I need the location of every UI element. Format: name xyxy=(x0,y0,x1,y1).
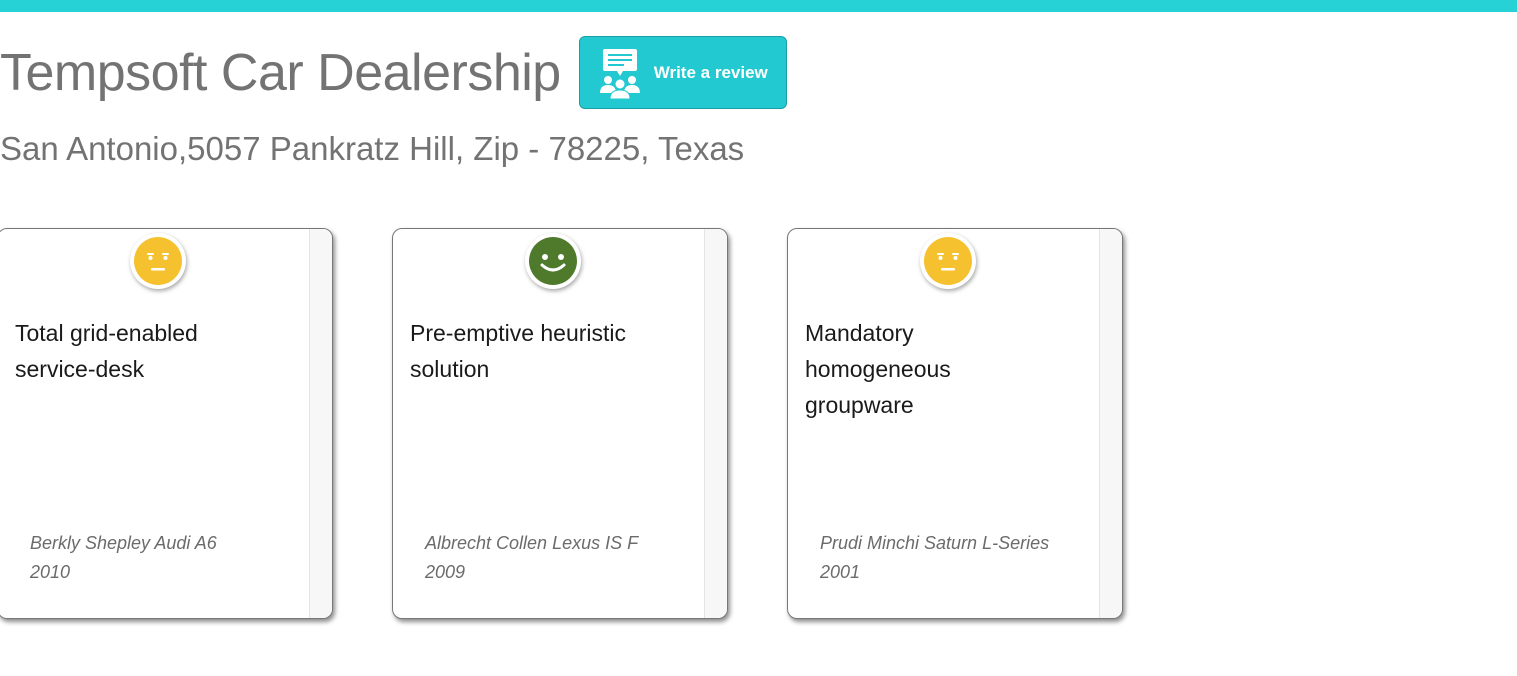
reviewer-info: Berkly Shepley Audi A6 2010 xyxy=(30,533,217,582)
review-text: Mandatory homogeneous groupware xyxy=(805,320,951,418)
smiling-face-icon xyxy=(525,233,581,289)
review-text: Total grid-enabled service-desk xyxy=(15,320,198,382)
review-card: Mandatory homogeneous groupware Prudi Mi… xyxy=(787,228,1123,619)
review-card: Pre-emptive heuristic solution Albrecht … xyxy=(392,228,728,619)
card-scrollbar[interactable] xyxy=(704,229,727,618)
review-cards: Total grid-enabled service-desk Berkly S… xyxy=(0,228,1517,628)
review-card: Total grid-enabled service-desk Berkly S… xyxy=(0,228,333,619)
write-review-button[interactable]: Write a review xyxy=(578,36,787,109)
neutral-face-icon xyxy=(920,233,976,289)
top-accent-bar xyxy=(0,0,1517,12)
dealer-address: San Antonio,5057 Pankratz Hill, Zip - 78… xyxy=(0,130,745,167)
card-scrollbar[interactable] xyxy=(1099,229,1122,618)
write-review-label: Write a review xyxy=(653,62,768,82)
reviewer-info: Albrecht Collen Lexus IS F 2009 xyxy=(425,533,638,582)
reviewer-info: Prudi Minchi Saturn L-Series 2001 xyxy=(820,533,1050,582)
page-header: Tempsoft Car Dealership Write a review xyxy=(0,36,787,109)
card-scrollbar[interactable] xyxy=(309,229,332,618)
review-text: Pre-emptive heuristic solution xyxy=(410,320,627,382)
group-chat-icon xyxy=(596,47,644,99)
page-title: Tempsoft Car Dealership xyxy=(0,43,561,102)
neutral-face-icon xyxy=(130,233,186,289)
